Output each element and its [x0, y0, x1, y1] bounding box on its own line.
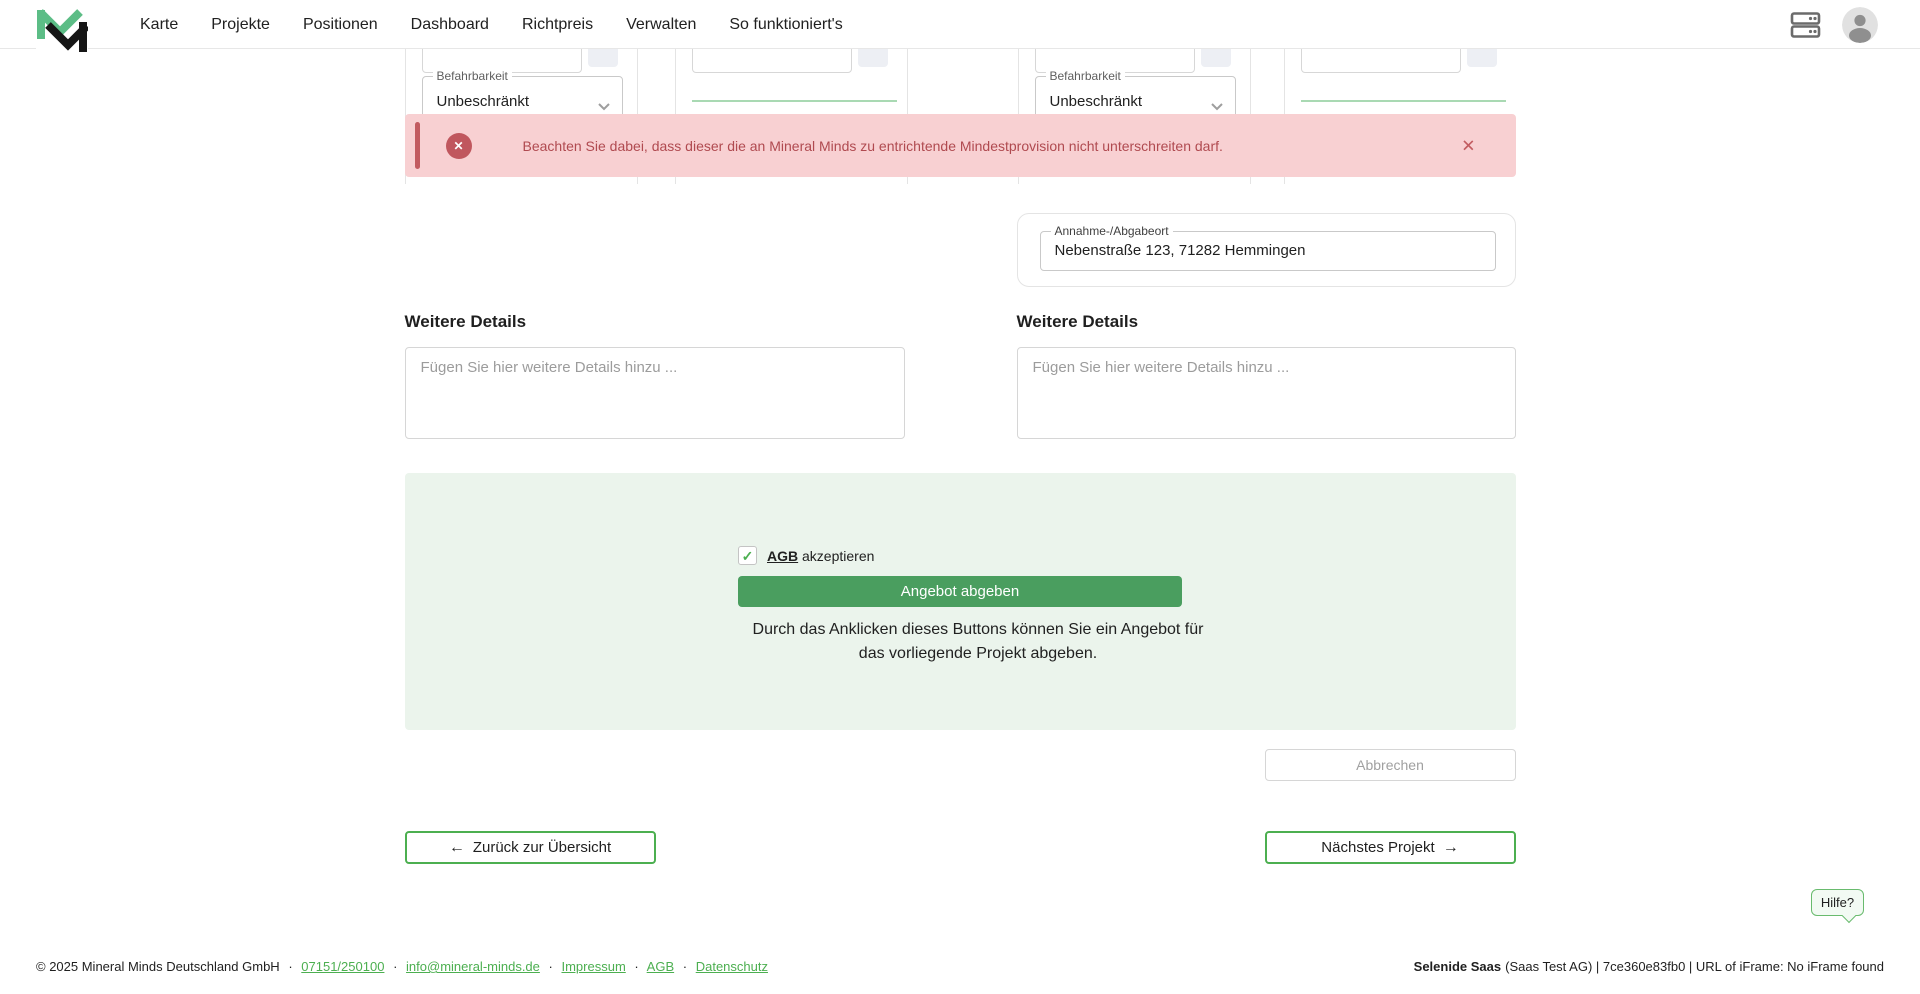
pickup-location-label: Annahme-/Abgabeort	[1051, 224, 1173, 238]
footer-link-phone[interactable]: 07151/250100	[301, 959, 384, 974]
details-heading-left: Weitere Details	[405, 312, 905, 332]
nav-item-richtpreis[interactable]: Richtpreis	[522, 16, 593, 34]
agb-label: AGB akzeptieren	[767, 548, 874, 564]
agb-row: ✓ AGB akzeptieren	[738, 546, 1182, 565]
details-textarea-right[interactable]	[1017, 347, 1516, 439]
details-textarea-left[interactable]	[405, 347, 905, 439]
cut-off-button[interactable]	[588, 49, 618, 67]
help-label: Hilfe?	[1821, 895, 1854, 910]
next-button-label: Nächstes Projekt	[1321, 839, 1434, 856]
befahrbarkeit-label: Befahrbarkeit	[1046, 69, 1125, 83]
back-button-label: Zurück zur Übersicht	[473, 839, 611, 856]
alert-message: Beachten Sie dabei, dass dieser die an M…	[523, 138, 1223, 154]
help-bubble[interactable]: Hilfe?	[1811, 889, 1864, 916]
details-section: Annahme-/Abgabeort Nebenstraße 123, 7128…	[405, 213, 1516, 439]
agb-checkbox[interactable]: ✓	[738, 546, 757, 565]
nav-item-projekte[interactable]: Projekte	[211, 16, 270, 34]
nav-item-dashboard[interactable]: Dashboard	[411, 16, 489, 34]
agb-link[interactable]: AGB	[767, 548, 798, 564]
footer-app-info: (Saas Test AG) | 7ce360e83fb0 | URL of i…	[1505, 959, 1884, 974]
server-icon[interactable]	[1790, 10, 1822, 40]
alert-accent-bar	[415, 122, 420, 169]
footer-left: © 2025 Mineral Minds Deutschland GmbH · …	[36, 959, 768, 974]
top-cards-region: Befahrbarkeit Unbeschränkt Befahrbarkeit…	[405, 49, 1516, 184]
underlined-input[interactable]	[692, 100, 897, 102]
nav-item-karte[interactable]: Karte	[140, 16, 178, 34]
nav-item-verwalten[interactable]: Verwalten	[626, 16, 696, 34]
main-navigation: Karte Projekte Positionen Dashboard Rich…	[140, 0, 843, 49]
pickup-location-input[interactable]: Annahme-/Abgabeort Nebenstraße 123, 7128…	[1040, 231, 1496, 271]
cut-off-input[interactable]	[692, 49, 852, 73]
top-navbar: Karte Projekte Positionen Dashboard Rich…	[0, 0, 1920, 49]
help-bubble-tail	[1842, 909, 1856, 923]
arrow-right-icon: →	[1443, 839, 1459, 857]
details-heading-right: Weitere Details	[1017, 312, 1516, 332]
footer-link-agb[interactable]: AGB	[647, 959, 674, 974]
empty-cell	[405, 213, 905, 287]
nav-item-so-funktionierts[interactable]: So funktioniert's	[729, 16, 842, 34]
footer-link-email[interactable]: info@mineral-minds.de	[406, 959, 540, 974]
main-content: Befahrbarkeit Unbeschränkt Befahrbarkeit…	[405, 49, 1516, 864]
next-project-button[interactable]: Nächstes Projekt →	[1265, 831, 1516, 864]
mineral-minds-logo-icon[interactable]	[36, 6, 88, 56]
page-footer: © 2025 Mineral Minds Deutschland GmbH · …	[0, 959, 1920, 974]
footer-right: Selenide Saas (Saas Test AG) | 7ce360e83f…	[1414, 959, 1884, 974]
befahrbarkeit-value: Unbeschränkt	[1050, 93, 1143, 110]
back-to-overview-button[interactable]: ← Zurück zur Übersicht	[405, 831, 656, 864]
cancel-row: Abbrechen	[405, 749, 1516, 781]
close-icon[interactable]: ✕	[1461, 137, 1475, 154]
navbar-actions	[1790, 0, 1878, 49]
cancel-button[interactable]: Abbrechen	[1265, 749, 1516, 781]
offer-inner: ✓ AGB akzeptieren Angebot abgeben Durch …	[738, 473, 1182, 666]
cut-off-button[interactable]	[1201, 49, 1231, 67]
footer-copyright: © 2025 Mineral Minds Deutschland GmbH	[36, 959, 280, 974]
pager-row: ← Zurück zur Übersicht Nächstes Projekt …	[405, 831, 1516, 864]
footer-link-impressum[interactable]: Impressum	[561, 959, 625, 974]
footer-link-datenschutz[interactable]: Datenschutz	[696, 959, 768, 974]
befahrbarkeit-label: Befahrbarkeit	[433, 69, 512, 83]
nav-item-positionen[interactable]: Positionen	[303, 16, 378, 34]
user-avatar-icon[interactable]	[1842, 7, 1878, 43]
footer-app-name: Selenide Saas	[1414, 959, 1501, 974]
befahrbarkeit-value: Unbeschränkt	[437, 93, 530, 110]
arrow-left-icon: ←	[449, 839, 465, 857]
offer-panel: ✓ AGB akzeptieren Angebot abgeben Durch …	[405, 473, 1516, 730]
checkmark-icon: ✓	[742, 549, 754, 563]
offer-description: Durch das Anklicken dieses Buttons könne…	[738, 618, 1218, 666]
error-circle-icon: ✕	[446, 133, 472, 159]
error-alert: ✕ Beachten Sie dabei, dass dieser die an…	[405, 114, 1516, 177]
submit-offer-button[interactable]: Angebot abgeben	[738, 576, 1182, 607]
pickup-location-card: Annahme-/Abgabeort Nebenstraße 123, 7128…	[1017, 213, 1516, 287]
cut-off-input[interactable]	[1301, 49, 1461, 73]
pickup-location-value: Nebenstraße 123, 71282 Hemmingen	[1055, 242, 1306, 259]
cut-off-button[interactable]	[858, 49, 888, 67]
underlined-input[interactable]	[1301, 100, 1506, 102]
cut-off-button[interactable]	[1467, 49, 1497, 67]
agb-label-rest: akzeptieren	[802, 548, 874, 564]
